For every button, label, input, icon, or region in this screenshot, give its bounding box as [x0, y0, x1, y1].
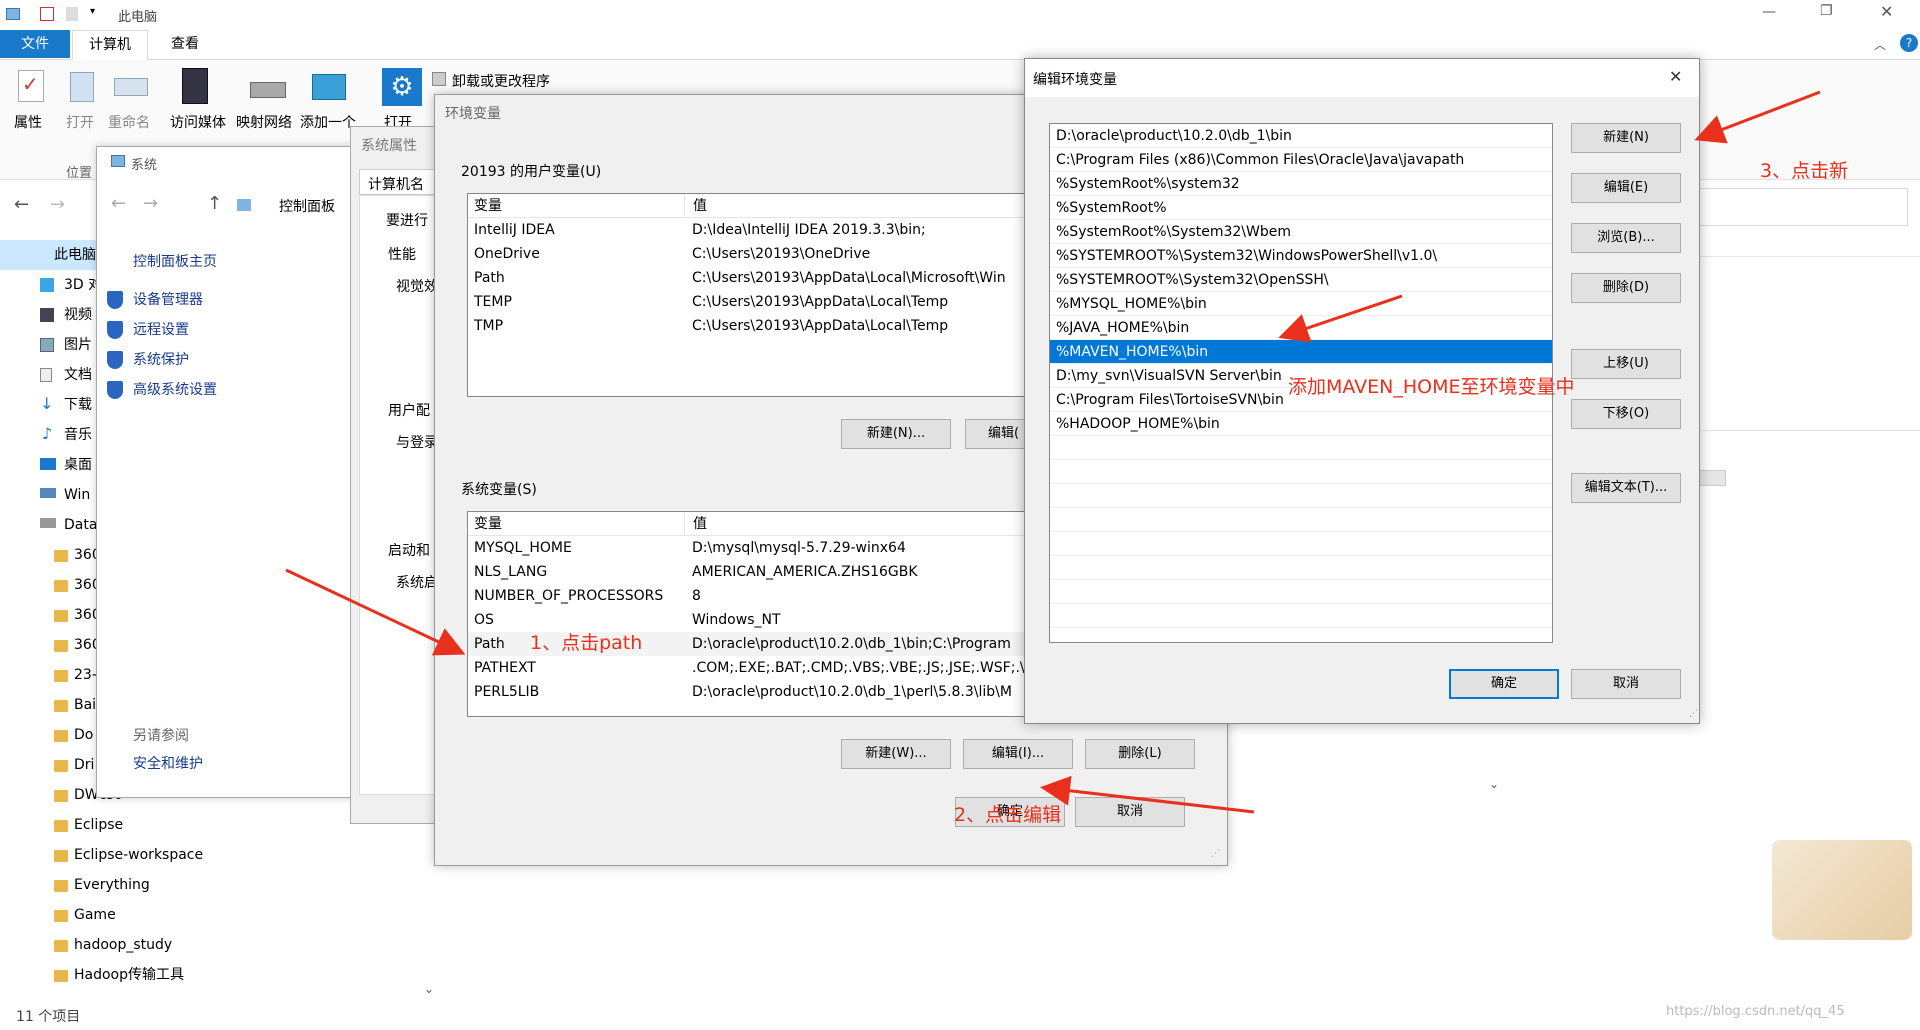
arrow-to-edit: [1040, 775, 1255, 814]
annotation-step3: 3、点击新: [1760, 160, 1849, 182]
annotation-step1: 1、点击path: [530, 632, 643, 654]
arrow-to-new: [1694, 90, 1821, 144]
annotation-step2: 2、点击编辑: [954, 804, 1062, 826]
annotation-arrows: [285, 90, 1821, 814]
mascot-sticker-image: [1772, 840, 1912, 940]
arrow-to-path: [285, 568, 466, 656]
watermark-text: https://blog.csdn.net/qq_45: [1666, 1004, 1845, 1019]
annotation-add-maven: 添加MAVEN_HOME至环境变量中: [1288, 376, 1575, 398]
arrow-to-maven: [1278, 294, 1403, 343]
